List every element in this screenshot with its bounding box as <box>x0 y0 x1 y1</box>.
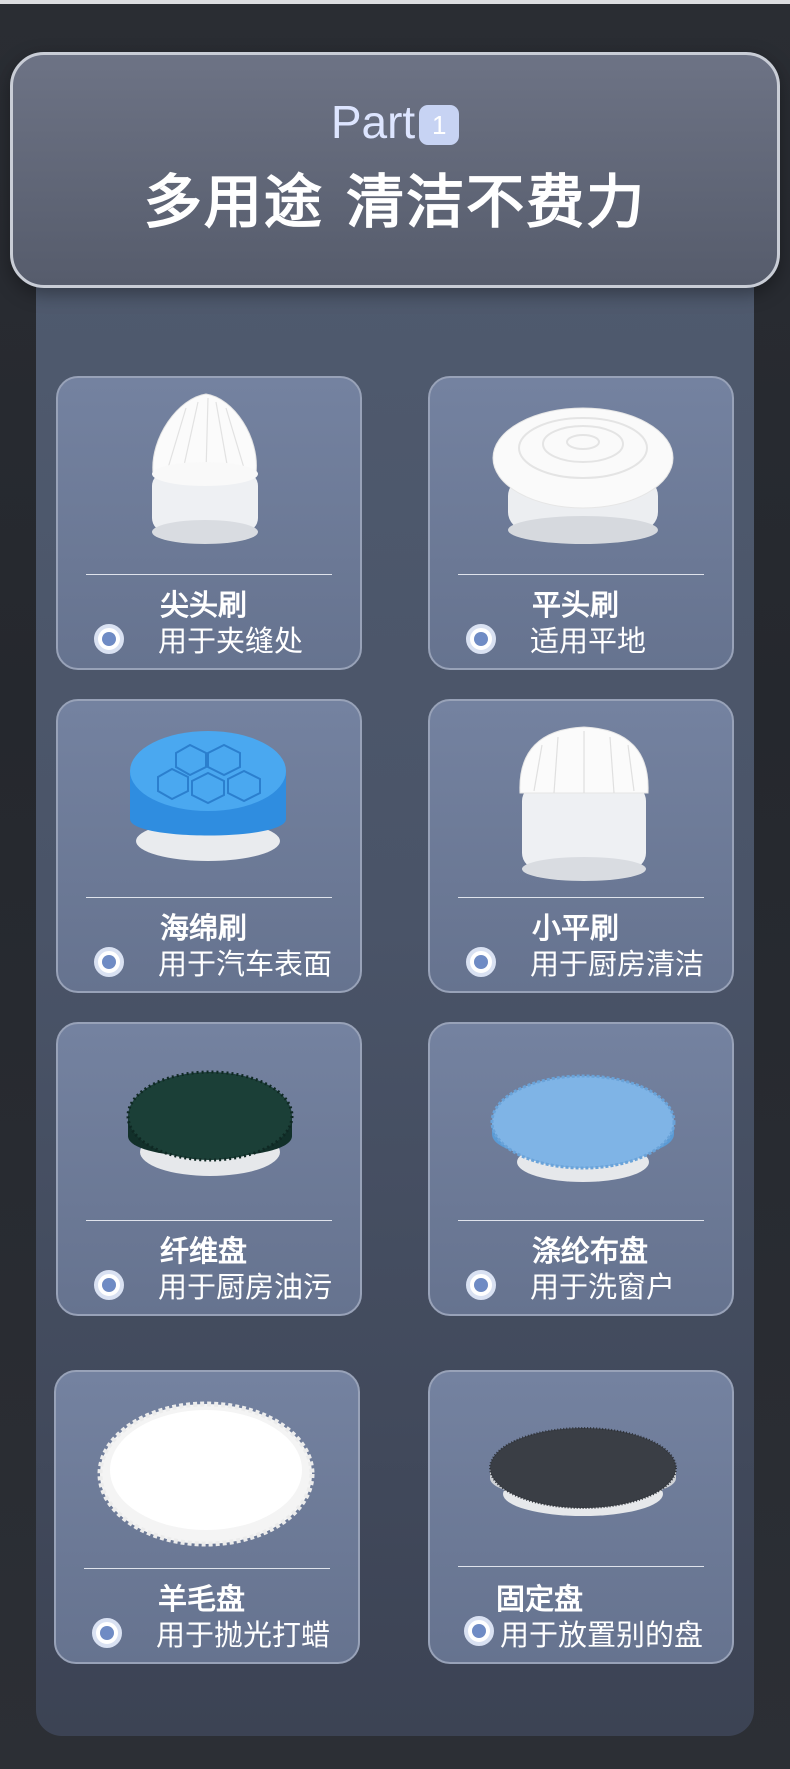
pointed-brush-icon <box>152 393 258 544</box>
sponge-pad-icon <box>130 731 286 861</box>
radio-icon[interactable] <box>466 1270 496 1300</box>
product-card[interactable]: 平头刷 适用平地 <box>428 376 734 670</box>
radio-icon[interactable] <box>94 624 124 654</box>
product-desc: 用于抛光打蜡 <box>156 1618 331 1652</box>
product-card[interactable]: 尖头刷 用于夹缝处 <box>56 376 362 670</box>
card-divider <box>458 897 704 898</box>
card-divider <box>86 897 332 898</box>
product-desc: 用于放置别的盘 <box>500 1618 704 1652</box>
product-desc: 用于汽车表面 <box>158 947 333 981</box>
product-desc: 适用平地 <box>530 624 647 658</box>
scouring-pad-icon <box>126 1070 294 1176</box>
radio-icon[interactable] <box>464 1616 494 1646</box>
part-number-badge: 1 <box>419 105 460 145</box>
product-desc: 用于厨房油污 <box>158 1270 333 1304</box>
section-headline: 多用途 清洁不费力 <box>143 168 647 236</box>
product-card[interactable]: 小平刷 用于厨房清洁 <box>428 699 734 993</box>
wool-pad-icon <box>97 1401 315 1547</box>
product-card[interactable]: 羊毛盘 用于抛光打蜡 <box>54 1370 360 1664</box>
product-desc: 用于夹缝处 <box>158 624 304 658</box>
product-card[interactable]: 固定盘 用于放置别的盘 <box>428 1370 734 1664</box>
product-desc: 用于厨房清洁 <box>530 947 705 981</box>
card-divider <box>458 1566 704 1567</box>
part-text: Part <box>330 96 416 148</box>
radio-icon[interactable] <box>466 624 496 654</box>
microfiber-pad-icon <box>490 1074 676 1182</box>
card-divider <box>86 574 332 575</box>
card-divider <box>458 574 704 575</box>
top-edge <box>0 0 790 4</box>
card-divider <box>458 1220 704 1221</box>
product-desc: 用于洗窗户 <box>530 1270 676 1304</box>
radio-icon[interactable] <box>94 1270 124 1300</box>
radio-icon[interactable] <box>92 1618 122 1648</box>
card-divider <box>86 1220 332 1221</box>
radio-icon[interactable] <box>94 947 124 977</box>
flat-brush-icon <box>492 407 674 544</box>
radio-icon[interactable] <box>466 947 496 977</box>
backing-plate-icon <box>489 1427 677 1516</box>
small-flat-brush-icon <box>519 726 649 881</box>
product-card[interactable]: 涤纶布盘 用于洗窗户 <box>428 1022 734 1316</box>
section-header: Part 1 多用途 清洁不费力 <box>10 52 780 288</box>
part-label: Part 1 <box>13 97 777 147</box>
product-card[interactable]: 海绵刷 用于汽车表面 <box>56 699 362 993</box>
product-card[interactable]: 纤维盘 用于厨房油污 <box>56 1022 362 1316</box>
card-divider <box>84 1568 330 1569</box>
